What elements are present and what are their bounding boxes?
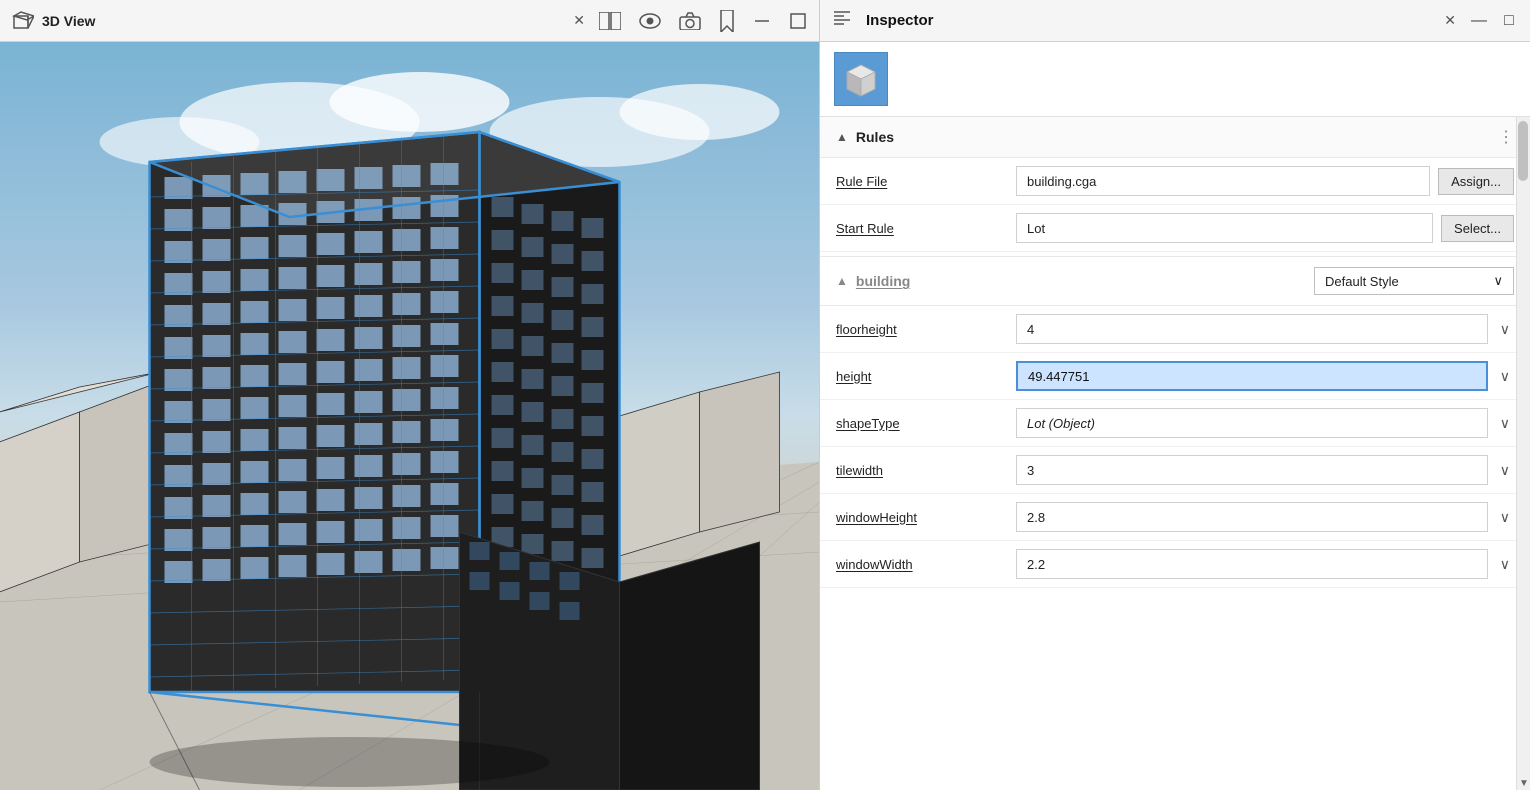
prop-label-windowWidth: windowWidth [836,557,1016,572]
toolbar-icons [599,10,807,32]
prop-label-shapeType: shapeType [836,416,1016,431]
start-rule-value[interactable]: Lot [1016,213,1433,243]
prop-value-tilewidth[interactable]: 3 [1016,455,1488,485]
prop-value-windowHeight[interactable]: 2.8 [1016,502,1488,532]
right-panel: Inspector ✕ — □ ▲ Rules ⋮ Rule Fi [820,0,1530,790]
camera-icon[interactable] [679,12,701,30]
scrollbar-down-button[interactable]: ▼ [1517,776,1530,790]
3d-view-icon [12,10,34,32]
inspector-content: ▲ Rules ⋮ Rule File building.cga Assign.… [820,117,1530,790]
maximize-icon[interactable] [789,12,807,30]
left-panel: 3D View ✕ [0,0,820,790]
rule-file-row: Rule File building.cga Assign... [820,158,1530,205]
rule-file-label: Rule File [836,174,1016,189]
select-button[interactable]: Select... [1441,215,1514,242]
scrollbar-thumb[interactable] [1518,121,1528,181]
prop-label-windowHeight: windowHeight [836,510,1016,525]
3d-view-close-button[interactable]: ✕ [567,10,591,31]
properties-container: floorheight4∨height49.447751∨shapeTypeLo… [820,306,1530,588]
scrollbar-track[interactable]: ▲ ▼ [1516,117,1530,790]
prop-chevron-floorheight[interactable]: ∨ [1496,321,1514,338]
start-rule-label: Start Rule [836,221,1016,236]
property-row-height: height49.447751 ∨ [820,353,1530,400]
prop-value-area-height: 49.447751 ∨ [1016,361,1514,391]
inspector-close-button[interactable]: ✕ [1438,10,1462,31]
inspector-title: Inspector [866,12,1424,29]
panels-icon[interactable] [599,12,621,30]
rule-file-value-area: building.cga Assign... [1016,166,1514,196]
style-value: Default Style [1325,274,1399,289]
inspector-titlebar: Inspector ✕ — □ [820,0,1530,42]
property-row-tilewidth: tilewidth3∨ [820,447,1530,494]
start-rule-value-area: Lot Select... [1016,213,1514,243]
minimize-icon[interactable] [753,12,771,30]
prop-chevron-tilewidth[interactable]: ∨ [1496,462,1514,479]
prop-value-area-floorheight: 4∨ [1016,314,1514,344]
prop-value-windowWidth[interactable]: 2.2 [1016,549,1488,579]
assign-button[interactable]: Assign... [1438,168,1514,195]
prop-value-height[interactable]: 49.447751 [1016,361,1488,391]
rules-section-title: Rules [856,129,894,145]
prop-label-floorheight: floorheight [836,322,1016,337]
prop-value-floorheight[interactable]: 4 [1016,314,1488,344]
window-controls: — □ [1470,12,1518,30]
prop-label-height: height [836,369,1016,384]
prop-value-shapeType[interactable]: Lot (Object) [1016,408,1488,438]
object-icon-bar [820,42,1530,117]
scene-svg [0,42,819,790]
start-rule-row: Start Rule Lot Select... [820,205,1530,252]
prop-value-area-shapeType: Lot (Object) ∨ [1016,408,1514,438]
property-row-shapeType: shapeTypeLot (Object) ∨ [820,400,1530,447]
eye-icon[interactable] [639,13,661,29]
building-section-header: ▲ building Default Style ∨ [820,256,1530,306]
prop-chevron-windowHeight[interactable]: ∨ [1496,509,1514,526]
building-toggle[interactable]: ▲ [836,274,848,288]
rules-section-menu-icon[interactable]: ⋮ [1498,127,1514,147]
prop-chevron-windowWidth[interactable]: ∨ [1496,556,1514,573]
rules-toggle[interactable]: ▲ [836,130,848,144]
style-dropdown-chevron: ∨ [1493,273,1503,289]
rule-file-value[interactable]: building.cga [1016,166,1430,196]
style-dropdown[interactable]: Default Style ∨ [1314,267,1514,295]
inspector-panel-icon [832,8,852,33]
property-row-windowWidth: windowWidth2.2 ∨ [820,541,1530,588]
3d-viewport[interactable] [0,42,819,790]
prop-label-tilewidth: tilewidth [836,463,1016,478]
prop-chevron-height[interactable]: ∨ [1496,368,1514,385]
window-minimize-button[interactable]: — [1470,12,1488,30]
prop-value-area-tilewidth: 3∨ [1016,455,1514,485]
object-icon[interactable] [834,52,888,106]
prop-value-area-windowWidth: 2.2 ∨ [1016,549,1514,579]
property-row-floorheight: floorheight4∨ [820,306,1530,353]
view-titlebar: 3D View ✕ [0,0,819,42]
window-maximize-button[interactable]: □ [1500,12,1518,30]
prop-value-area-windowHeight: 2.8 ∨ [1016,502,1514,532]
rules-section-header: ▲ Rules ⋮ [820,117,1530,158]
bookmark-icon[interactable] [719,10,735,32]
building-label[interactable]: building [856,273,910,289]
3d-view-title: 3D View [42,13,559,29]
prop-chevron-shapeType[interactable]: ∨ [1496,415,1514,432]
property-row-windowHeight: windowHeight2.8 ∨ [820,494,1530,541]
